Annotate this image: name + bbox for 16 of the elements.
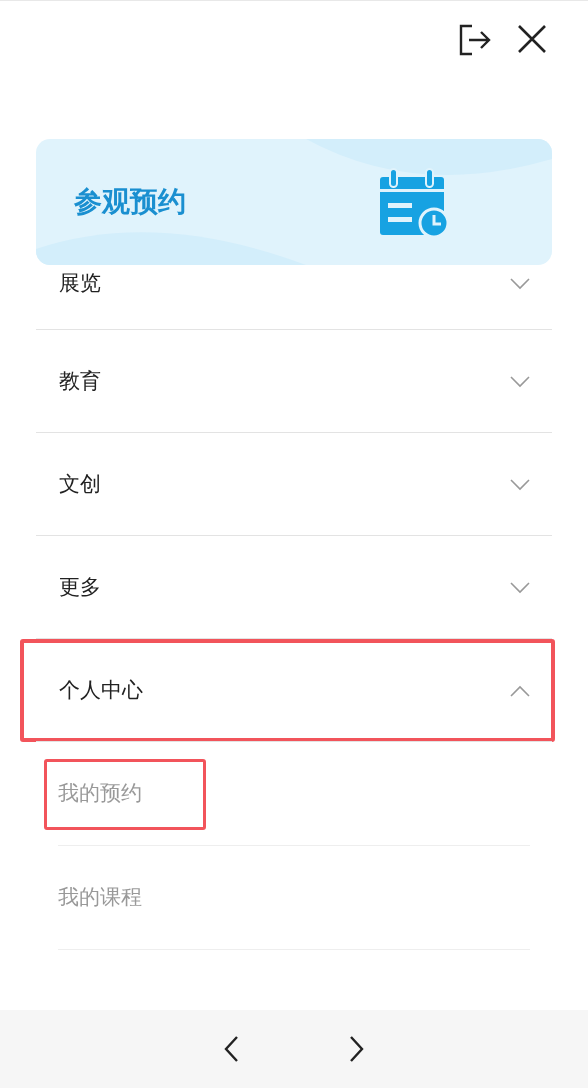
menu-item[interactable]: 展览 <box>20 265 555 330</box>
menu-label: 文创 <box>59 470 101 498</box>
submenu-label: 我的课程 <box>58 884 142 912</box>
logout-icon[interactable] <box>458 23 492 57</box>
submenu-label: 我的预约 <box>58 780 142 808</box>
menu-label: 教育 <box>59 367 101 395</box>
close-icon[interactable] <box>516 23 548 55</box>
menu-item[interactable]: 文创 <box>20 433 555 536</box>
menu-item[interactable]: 个人中心 <box>20 639 555 742</box>
menu-item[interactable]: 教育 <box>20 330 555 433</box>
menu-label: 展览 <box>59 269 101 297</box>
calendar-clock-icon <box>378 167 448 237</box>
menu-label: 更多 <box>59 573 101 601</box>
banner-title: 参观预约 <box>73 184 186 220</box>
menu-item[interactable]: 更多 <box>20 536 555 639</box>
menu-label: 个人中心 <box>59 676 143 704</box>
